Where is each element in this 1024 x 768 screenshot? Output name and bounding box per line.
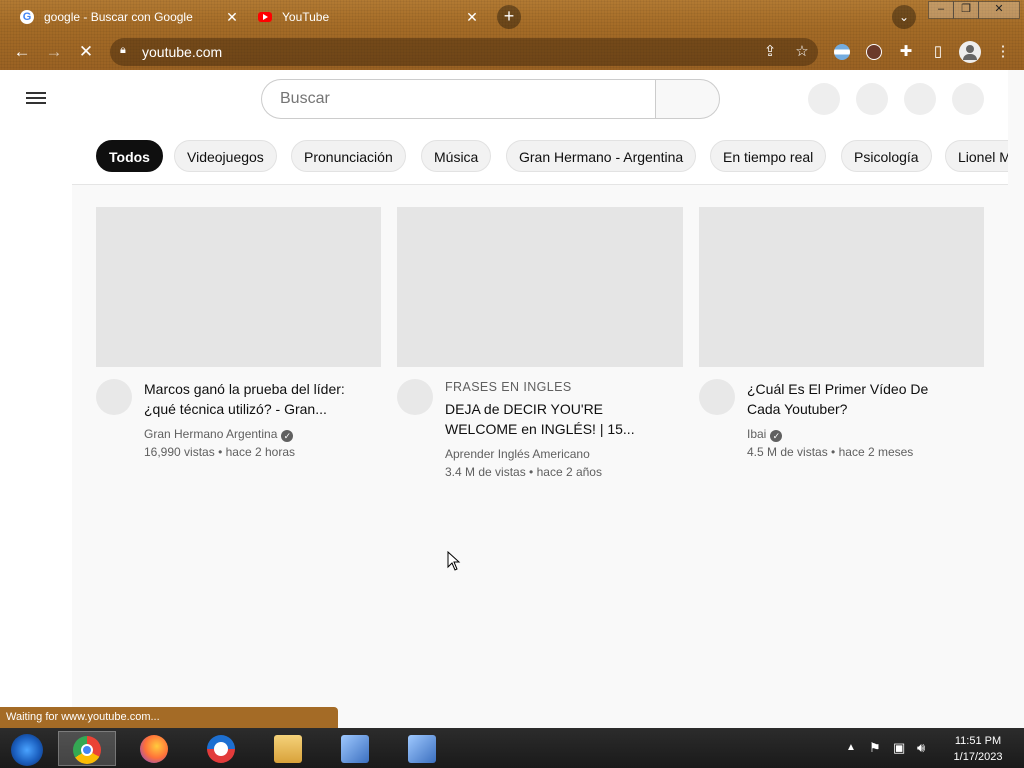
minimize-button[interactable]: – <box>928 1 954 19</box>
circle-app-icon <box>207 735 235 763</box>
taskbar-explorer[interactable] <box>260 731 318 766</box>
status-bar: Waiting for www.youtube.com... <box>0 707 338 728</box>
taskbar-setup[interactable] <box>394 731 452 766</box>
start-button[interactable] <box>0 731 58 766</box>
setup-icon <box>408 735 436 763</box>
clock[interactable]: 11:51 PM 1/17/2023 <box>940 733 1016 765</box>
channel-name[interactable]: Aprender Inglés Americano <box>445 445 590 463</box>
chip-pronunciacion[interactable]: Pronunciación <box>291 140 406 172</box>
mouse-cursor-icon <box>447 551 461 571</box>
video-meta: 16,990 vistas • hace 2 horas <box>144 445 295 459</box>
firefox-icon <box>140 735 168 763</box>
network-icon[interactable]: ▣ <box>893 740 905 756</box>
channel-avatar[interactable] <box>699 379 735 415</box>
video-title[interactable]: ¿Cuál Es El Primer Vídeo De Cada Youtube… <box>747 379 957 419</box>
flag-icon[interactable]: ⚑ <box>869 740 881 756</box>
url-text[interactable]: youtube.com <box>142 44 222 60</box>
chip-en-tiempo-real[interactable]: En tiempo real <box>710 140 827 172</box>
chrome-icon <box>73 736 101 764</box>
chevron-up-icon[interactable]: ▲ <box>846 742 856 753</box>
verified-icon: ✓ <box>770 430 783 442</box>
video-title[interactable]: Marcos ganó la prueba del líder: ¿qué té… <box>144 379 354 419</box>
video-thumbnail[interactable] <box>699 207 984 367</box>
chip-musica[interactable]: Música <box>421 140 492 172</box>
verified-icon: ✓ <box>281 430 294 442</box>
tab-title: google - Buscar con Google <box>44 10 193 24</box>
loading-icon[interactable]: ✕ <box>75 41 97 63</box>
tab-google-search[interactable]: G google - Buscar con Google ✕ <box>20 4 240 30</box>
header-icon-placeholder[interactable] <box>856 83 888 115</box>
tab-title: YouTube <box>282 10 330 24</box>
chip-gran-hermano[interactable]: Gran Hermano - Argentina <box>506 140 697 172</box>
chip-lionel[interactable]: Lionel M <box>945 140 1008 172</box>
video-meta: 3.4 M de vistas • hace 2 años <box>445 465 602 479</box>
extension-avatar-icon[interactable] <box>866 44 882 60</box>
forward-icon[interactable]: → <box>43 41 65 63</box>
video-meta: 4.5 M de vistas • hace 2 meses <box>747 445 914 459</box>
lock-icon[interactable]: 🔒︎ <box>120 44 126 57</box>
search-box[interactable] <box>261 79 656 119</box>
menu-icon[interactable]: ⋮ <box>992 41 1014 63</box>
chip-bar: Todos Videojuegos Pronunciación Música G… <box>72 128 1008 185</box>
channel-name[interactable]: Gran Hermano Argentina ✓ <box>144 425 294 443</box>
back-icon[interactable]: ← <box>11 41 33 63</box>
new-tab-button[interactable]: + <box>497 5 521 29</box>
setup-icon <box>341 735 369 763</box>
search-input[interactable] <box>278 89 642 109</box>
close-window-button[interactable]: ✕ <box>978 1 1020 19</box>
taskbar-chrome[interactable] <box>58 731 116 766</box>
star-icon[interactable]: ☆ <box>791 41 813 63</box>
search-button[interactable] <box>655 79 720 119</box>
folder-icon <box>274 735 302 763</box>
sidepanel-icon[interactable]: ▯ <box>927 41 949 63</box>
taskbar-setup[interactable] <box>327 731 385 766</box>
sidebar <box>0 70 72 728</box>
video-badge: FRASES EN INGLES <box>445 380 572 394</box>
channel-name[interactable]: Ibai ✓ <box>747 425 783 443</box>
chevron-down-icon[interactable]: ⌄ <box>892 5 916 29</box>
header-avatar-placeholder[interactable] <box>952 83 984 115</box>
video-thumbnail[interactable] <box>96 207 381 367</box>
close-tab-icon[interactable]: ✕ <box>224 4 240 30</box>
channel-avatar[interactable] <box>397 379 433 415</box>
chip-todos[interactable]: Todos <box>96 140 163 172</box>
extension-icon[interactable]: ✚ <box>895 41 917 63</box>
windows-logo-icon <box>11 734 43 766</box>
volume-icon[interactable]: 🔊︎ <box>917 740 925 756</box>
taskbar-app[interactable] <box>193 731 251 766</box>
close-tab-icon[interactable]: ✕ <box>464 4 480 30</box>
header-icon-placeholder[interactable] <box>808 83 840 115</box>
taskbar-firefox[interactable] <box>126 731 184 766</box>
chip-psicologia[interactable]: Psicología <box>841 140 932 172</box>
google-favicon: G <box>20 10 34 24</box>
video-thumbnail[interactable] <box>397 207 683 367</box>
share-icon[interactable]: ⇪ <box>759 41 781 63</box>
extension-flag-icon[interactable] <box>834 44 850 60</box>
header-icon-placeholder[interactable] <box>904 83 936 115</box>
tab-youtube[interactable]: YouTube ✕ <box>258 4 480 30</box>
hamburger-menu-icon[interactable] <box>26 89 46 107</box>
video-title[interactable]: DEJA de DECIR YOU'RE WELCOME en INGLÉS! … <box>445 399 655 439</box>
profile-icon[interactable] <box>959 41 981 63</box>
chip-videojuegos[interactable]: Videojuegos <box>174 140 277 172</box>
youtube-favicon <box>258 12 272 22</box>
restore-button[interactable]: ❐ <box>953 1 979 19</box>
channel-avatar[interactable] <box>96 379 132 415</box>
